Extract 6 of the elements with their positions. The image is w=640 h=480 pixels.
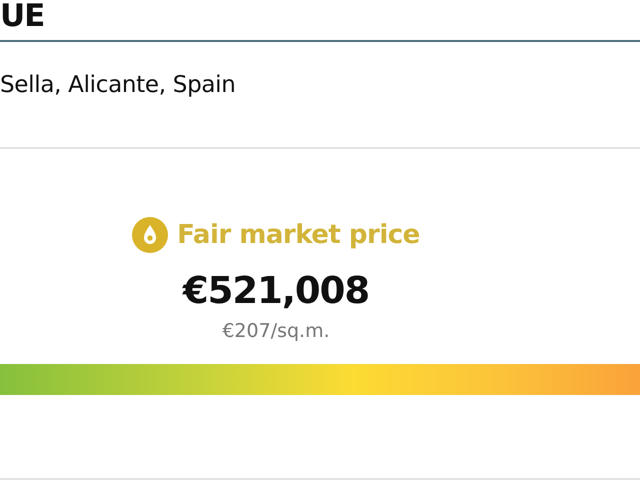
price-rating: Fair market price bbox=[177, 220, 420, 250]
price-text: €521,008 bbox=[182, 269, 370, 312]
price-per-area: €207/sq.m. bbox=[222, 320, 330, 342]
section-heading: UE bbox=[0, 0, 44, 34]
address-text: Sella, Alicante, Spain bbox=[0, 72, 236, 98]
drop-icon bbox=[132, 217, 168, 253]
